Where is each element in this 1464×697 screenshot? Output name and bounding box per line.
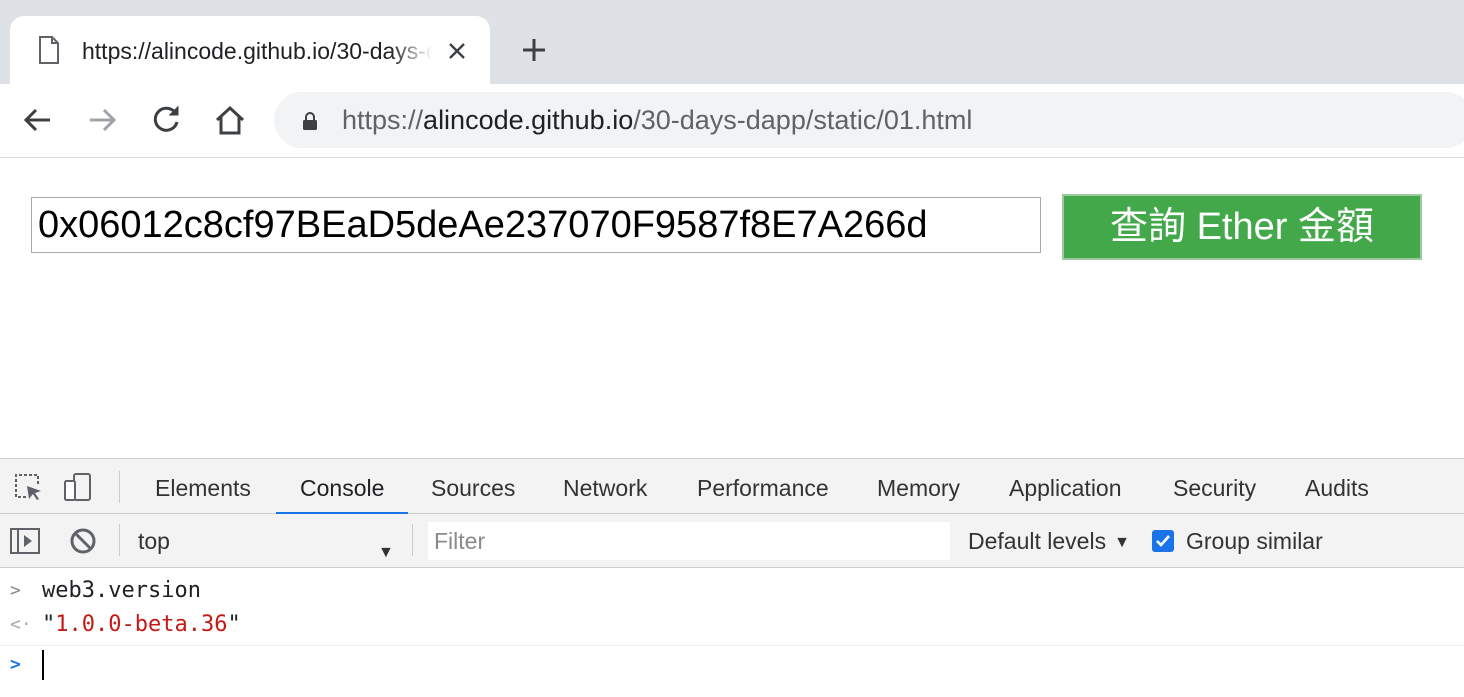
browser-toolbar: https://alincode.github.io/30-days-dapp/… [0, 84, 1464, 158]
reload-icon[interactable] [148, 102, 184, 138]
toolbar-divider [119, 524, 120, 556]
dropdown-arrow-icon: ▼ [378, 544, 394, 561]
console-filter-input[interactable] [428, 522, 950, 560]
devtools-tabbar: Elements Console Sources Network Perform… [0, 459, 1464, 515]
tab-elements[interactable]: Elements [155, 459, 251, 514]
sidebar-toggle-icon[interactable] [9, 525, 41, 557]
context-select[interactable]: top ▼ [138, 524, 400, 561]
ethereum-address-input[interactable] [31, 197, 1041, 253]
toolbar-divider [412, 524, 413, 556]
toolbar-divider [119, 471, 120, 503]
console-result-text: "1.0.0-beta.36" [42, 612, 241, 637]
tab-security[interactable]: Security [1173, 459, 1256, 514]
url-path: /30-days-dapp/static/01.html [633, 105, 973, 135]
tab-title: https://alincode.github.io/30-days-dapp/… [82, 38, 432, 64]
clear-console-icon[interactable] [67, 525, 99, 557]
log-levels-label: Default levels [968, 528, 1107, 554]
address-bar[interactable]: https://alincode.github.io/30-days-dapp/… [274, 92, 1464, 148]
prompt-chevron-icon: > [10, 654, 21, 675]
group-similar-checkbox[interactable] [1152, 530, 1174, 552]
close-icon[interactable] [446, 40, 468, 62]
console-output[interactable]: > web3.version <· "1.0.0-beta.36" > [0, 568, 1464, 697]
context-value: top [138, 528, 170, 554]
tab-memory[interactable]: Memory [877, 459, 960, 514]
forward-icon[interactable] [84, 102, 120, 138]
query-ether-balance-button[interactable]: 查詢 Ether 金額 [1062, 194, 1422, 260]
tab-network[interactable]: Network [563, 459, 647, 514]
console-input-line: > web3.version [0, 578, 1464, 612]
tab-application[interactable]: Application [1009, 459, 1122, 514]
result-arrow-icon: <· [10, 614, 32, 635]
input-chevron-icon: > [10, 580, 21, 601]
console-input-text: web3.version [42, 578, 201, 603]
device-toolbar-icon[interactable] [62, 471, 94, 503]
dropdown-arrow-icon: ▼ [1114, 534, 1130, 551]
tab-console[interactable]: Console [275, 459, 409, 515]
console-result-value: 1.0.0-beta.36 [55, 612, 228, 637]
document-icon [39, 36, 59, 64]
console-result-line: <· "1.0.0-beta.36" [0, 612, 1464, 646]
devtools-panel: Elements Console Sources Network Perform… [0, 458, 1464, 696]
lock-icon [303, 112, 317, 130]
inspect-element-icon[interactable] [12, 471, 44, 503]
url-scheme: https:// [342, 105, 424, 135]
console-prompt-line[interactable]: > [0, 650, 1464, 690]
group-similar-label: Group similar [1186, 528, 1323, 554]
tab-sources[interactable]: Sources [431, 459, 515, 514]
tab-audits[interactable]: Audits [1305, 459, 1369, 514]
tab-strip: https://alincode.github.io/30-days-dapp/… [0, 0, 1464, 84]
console-toolbar: top ▼ Default levels ▼ Group similar [0, 514, 1464, 568]
url-host: alincode.github.io [423, 105, 634, 135]
tab-performance[interactable]: Performance [697, 459, 829, 514]
browser-tab[interactable]: https://alincode.github.io/30-days-dapp/… [10, 16, 490, 84]
log-levels-dropdown[interactable]: Default levels ▼ [968, 524, 1130, 558]
url-text: https://alincode.github.io/30-days-dapp/… [342, 104, 972, 136]
back-icon[interactable] [20, 102, 56, 138]
new-tab-icon[interactable] [520, 36, 548, 64]
text-cursor [42, 650, 44, 680]
home-icon[interactable] [212, 102, 248, 138]
